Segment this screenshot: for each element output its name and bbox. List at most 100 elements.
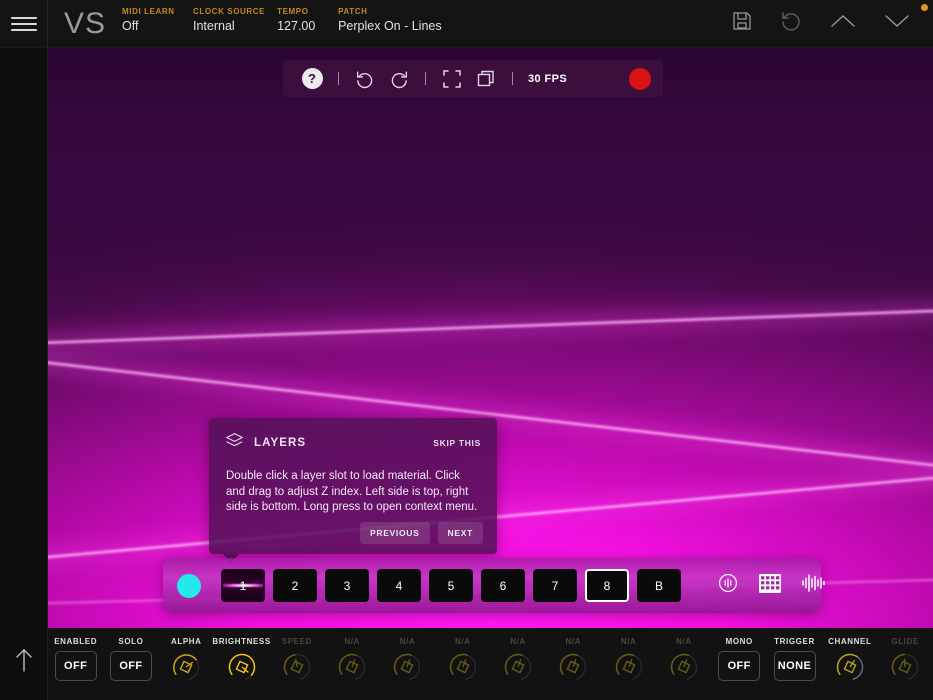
meta-patch[interactable]: PATCH Perplex On - Lines: [338, 7, 442, 33]
layer-slot-7[interactable]: 7: [533, 569, 577, 602]
record-button[interactable]: [629, 68, 651, 90]
chevron-down-icon[interactable]: [883, 11, 911, 36]
layer-slot-5[interactable]: 5: [429, 569, 473, 602]
toolbar-divider: [512, 72, 513, 85]
control-n-a: N/A: [435, 637, 490, 683]
meta-label: TEMPO: [277, 7, 326, 16]
layer-slot-B[interactable]: B: [637, 569, 681, 602]
n-a-knob[interactable]: [334, 651, 370, 683]
control-label: N/A: [566, 637, 582, 646]
app-logo: VS: [48, 7, 122, 41]
onboarding-tooltip: LAYERS SKIP THIS Double click a layer sl…: [209, 418, 497, 554]
tooltip-actions: PREVIOUS NEXT: [360, 522, 483, 544]
control-label: N/A: [510, 637, 526, 646]
n-a-knob[interactable]: [611, 651, 647, 683]
control-enabled: ENABLEDOFF: [48, 637, 103, 681]
control-label: GLIDE: [891, 637, 918, 646]
meta-clock-source[interactable]: CLOCK SOURCE Internal: [193, 7, 265, 33]
control-n-a: N/A: [656, 637, 711, 683]
waveform-icon[interactable]: [801, 572, 825, 599]
save-icon[interactable]: [731, 10, 753, 37]
layer-slot-1[interactable]: 1: [221, 569, 265, 602]
n-a-knob[interactable]: [500, 651, 536, 683]
n-a-knob[interactable]: [389, 651, 425, 683]
n-a-knob[interactable]: [445, 651, 481, 683]
control-label: N/A: [676, 637, 692, 646]
control-brightness: BRIGHTNESS: [214, 637, 269, 683]
meta-label: CLOCK SOURCE: [193, 7, 265, 16]
toolbar-divider: [338, 72, 339, 85]
undo-icon[interactable]: [348, 60, 382, 97]
fullscreen-icon[interactable]: [435, 60, 469, 97]
hamburger-menu-icon[interactable]: [0, 0, 48, 48]
active-layer-dot[interactable]: [177, 574, 201, 598]
brightness-knob[interactable]: [224, 651, 260, 683]
previous-button[interactable]: PREVIOUS: [360, 522, 430, 544]
control-label: SPEED: [282, 637, 312, 646]
control-label: BRIGHTNESS: [212, 637, 270, 646]
n-a-knob[interactable]: [666, 651, 702, 683]
redo-icon[interactable]: [382, 60, 416, 97]
control-label: N/A: [621, 637, 637, 646]
meta-tempo[interactable]: TEMPO 127.00: [277, 7, 326, 33]
viewport-toolbar: ? 30 FPS: [283, 60, 663, 97]
alpha-knob[interactable]: [168, 651, 204, 683]
help-button[interactable]: ?: [295, 60, 329, 97]
layer-slot-label: 2: [292, 579, 299, 593]
control-n-a: N/A: [324, 637, 379, 683]
tooltip-body: Double click a layer slot to load materi…: [209, 455, 497, 516]
layer-slot-label: 7: [552, 579, 559, 593]
control-label: N/A: [455, 637, 471, 646]
trigger-toggle[interactable]: NONE: [774, 651, 816, 681]
layer-slot-label: 5: [448, 579, 455, 593]
control-label: ALPHA: [171, 637, 202, 646]
chevron-up-icon[interactable]: [829, 11, 857, 36]
audio-reactive-icon[interactable]: [717, 572, 739, 599]
layer-slot-8[interactable]: 8: [585, 569, 629, 602]
control-trigger: TRIGGER NONE: [767, 637, 822, 681]
toolbar-divider: [425, 72, 426, 85]
mono-toggle[interactable]: OFF: [718, 651, 760, 681]
patch-meta-group: MIDI LEARNOff CLOCK SOURCE Internal TEMPO 12…: [122, 0, 454, 48]
duplicate-icon[interactable]: [469, 60, 503, 97]
parameter-control-strip: ENABLEDOFF SOLO OFF ALPHA BRIGHTNESS SPEED N/A…: [48, 628, 933, 700]
control-n-a: N/A: [490, 637, 545, 683]
meta-value: 127.00: [277, 19, 326, 33]
speed-knob[interactable]: [279, 651, 315, 683]
meta-midi-learn[interactable]: MIDI LEARNOff: [122, 7, 181, 33]
channel-knob[interactable]: [832, 651, 868, 683]
layer-slot-label: 6: [500, 579, 507, 593]
layer-slot-label: 3: [344, 579, 351, 593]
layer-slot-label: B: [655, 579, 663, 593]
skip-this-button[interactable]: SKIP THIS: [433, 438, 481, 448]
meta-label: MIDI LEARN: [122, 7, 181, 16]
n-a-knob[interactable]: [555, 651, 591, 683]
layer-slot-2[interactable]: 2: [273, 569, 317, 602]
grid-icon[interactable]: [759, 574, 781, 598]
next-button[interactable]: NEXT: [438, 522, 483, 544]
control-label: N/A: [344, 637, 360, 646]
meta-label: PATCH: [338, 7, 442, 16]
layer-slot-4[interactable]: 4: [377, 569, 421, 602]
control-label: SOLO: [118, 637, 143, 646]
control-label: N/A: [400, 637, 416, 646]
control-alpha: ALPHA: [159, 637, 214, 683]
tooltip-header: LAYERS SKIP THIS: [209, 418, 497, 455]
arrow-up-icon[interactable]: [0, 647, 48, 678]
control-label: MONO: [726, 637, 753, 646]
layer-slot-6[interactable]: 6: [481, 569, 525, 602]
layer-slot-label: 1: [240, 579, 247, 593]
control-label: TRIGGER: [774, 637, 815, 646]
fps-label: 30 FPS: [522, 73, 573, 85]
layer-bar: 1 2 3 4 5 6 7 8 B: [163, 558, 821, 613]
control-n-a: N/A: [601, 637, 656, 683]
glide-knob[interactable]: [887, 651, 923, 683]
layer-slots: 1 2 3 4 5 6 7 8 B: [221, 569, 681, 602]
meta-value: Internal: [193, 19, 265, 33]
control-solo: SOLO OFF: [103, 637, 158, 681]
meta-value: Perplex On - Lines: [338, 19, 442, 33]
undo-icon[interactable]: [779, 9, 803, 38]
layer-slot-3[interactable]: 3: [325, 569, 369, 602]
enabled-toggle[interactable]: OFF: [55, 651, 97, 681]
solo-toggle[interactable]: OFF: [110, 651, 152, 681]
